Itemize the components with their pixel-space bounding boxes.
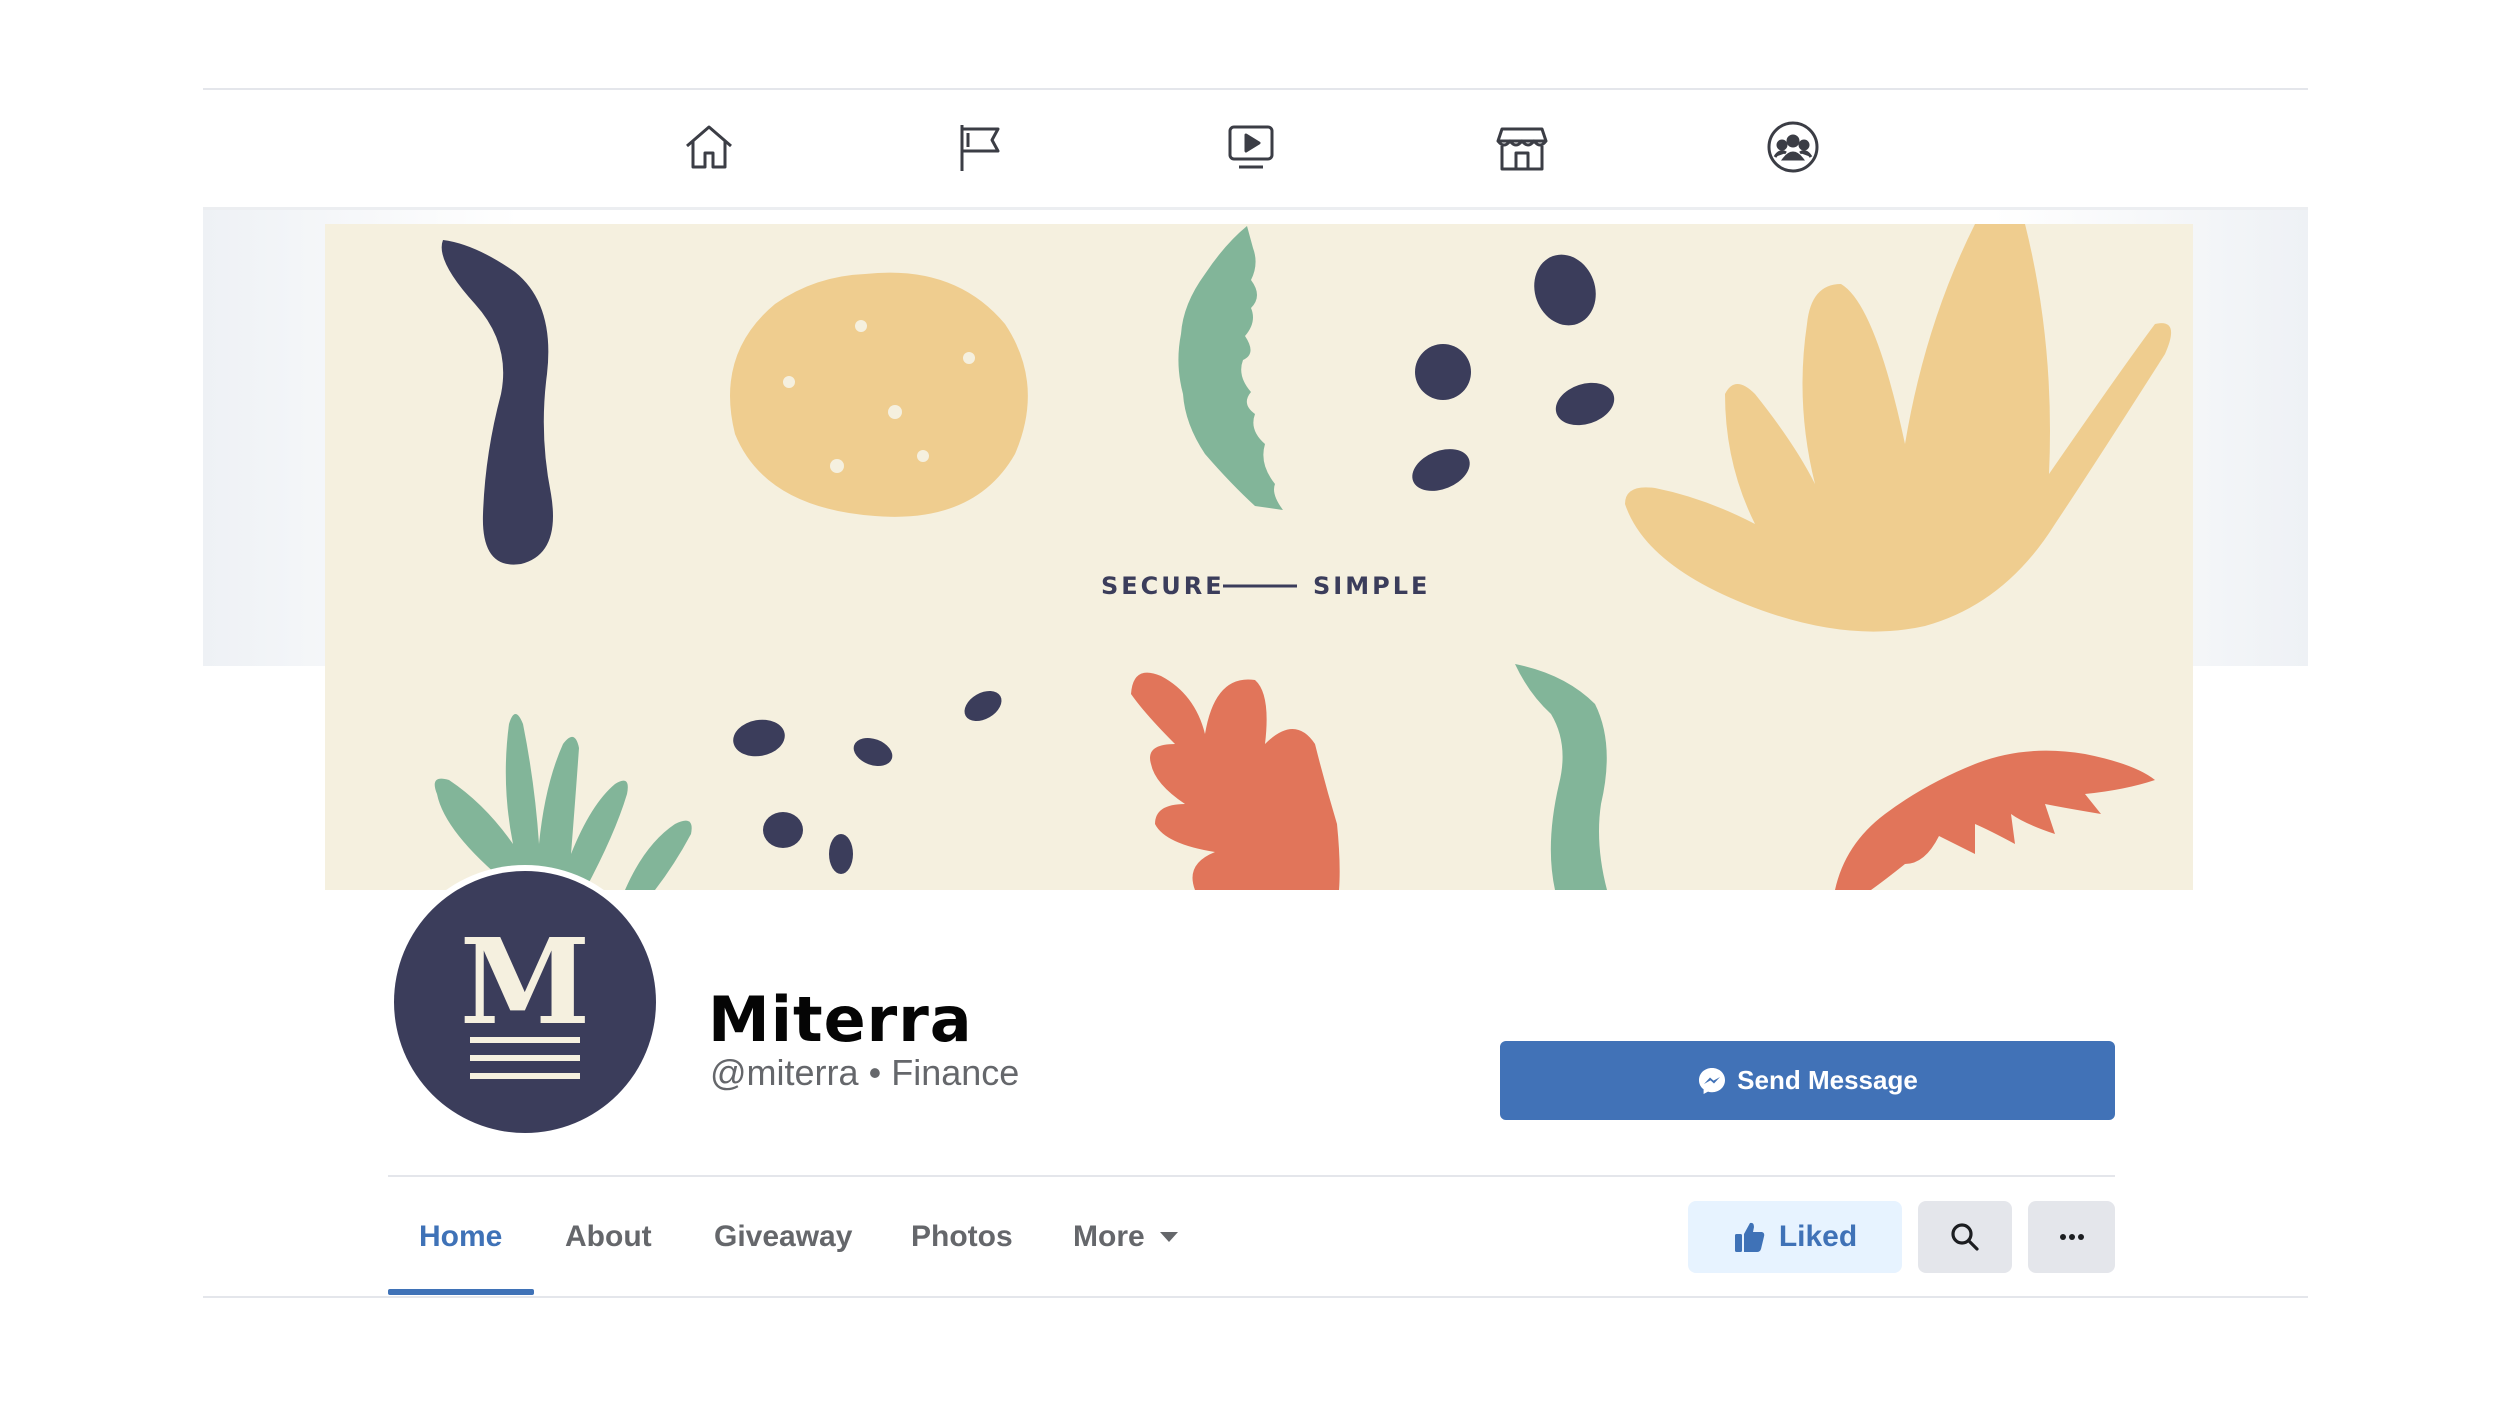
avatar-letter: M (460, 912, 591, 1051)
page-title: Miterra (708, 983, 973, 1056)
nav-home[interactable] (679, 117, 739, 177)
tabs-top-divider (388, 1175, 2115, 1177)
nav-pages[interactable] (950, 117, 1010, 177)
cover-tagline-left: SECURE (1101, 572, 1225, 600)
subtitle-separator: • (868, 1052, 882, 1093)
search-button[interactable] (1918, 1201, 2012, 1273)
marketplace-icon (1496, 127, 1548, 171)
cover-photo[interactable]: SECURE SIMPLE (325, 224, 2193, 890)
page-subtitle: @miterra • Finance (710, 1052, 1019, 1094)
tab-about[interactable]: About (565, 1220, 652, 1254)
yellow-circle (730, 272, 1028, 517)
active-tab-indicator (388, 1289, 534, 1295)
nav-watch[interactable] (1221, 117, 1281, 177)
green-strand (1515, 664, 1607, 890)
more-options-button[interactable] (2028, 1201, 2115, 1273)
cover-tagline-right: SIMPLE (1313, 572, 1430, 600)
yellow-plant (1625, 224, 2172, 632)
tab-giveaway[interactable]: Giveaway (714, 1220, 852, 1254)
flag-icon (960, 125, 1000, 171)
tab-more[interactable]: More (1073, 1220, 1179, 1254)
green-leaf-top (1178, 226, 1283, 510)
green-grass (434, 714, 628, 890)
orange-leaf (1131, 672, 1340, 890)
navy-blob (441, 240, 553, 565)
profile-avatar[interactable]: M (388, 865, 662, 1139)
groups-icon (1767, 121, 1819, 173)
search-icon (1951, 1223, 1979, 1251)
nav-marketplace[interactable] (1492, 117, 1552, 177)
send-message-button[interactable]: Send Message (1500, 1041, 2115, 1120)
page-category[interactable]: Finance (891, 1052, 1019, 1093)
thumbs-up-icon (1734, 1222, 1765, 1252)
more-dots-icon (2059, 1234, 2084, 1240)
home-icon (686, 125, 732, 169)
caret-down-icon (1159, 1232, 1178, 1242)
messenger-icon (1699, 1067, 1726, 1094)
tab-more-label: More (1073, 1220, 1145, 1253)
tab-photos[interactable]: Photos (911, 1220, 1013, 1254)
nav-groups[interactable] (1763, 117, 1823, 177)
video-icon (1228, 125, 1274, 169)
liked-label: Liked (1778, 1220, 1858, 1253)
top-divider (203, 88, 2308, 90)
liked-button[interactable]: Liked (1688, 1201, 1902, 1273)
tab-home[interactable]: Home (419, 1220, 502, 1254)
page-handle: @miterra (710, 1052, 859, 1093)
avatar-logo: M (394, 871, 656, 1133)
send-message-label: Send Message (1737, 1065, 1918, 1095)
bottom-divider (203, 1296, 2308, 1298)
orange-leaf-right (1835, 750, 2155, 890)
cover-art: SECURE SIMPLE (434, 224, 2172, 890)
